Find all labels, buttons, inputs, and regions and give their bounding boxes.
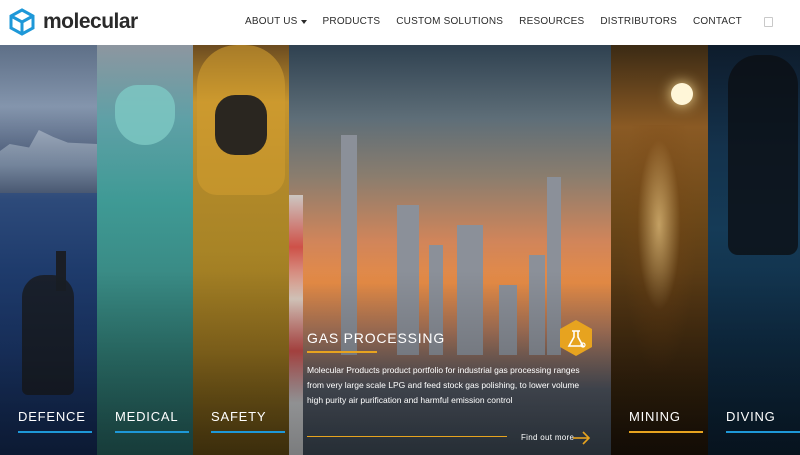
panel-shade	[0, 45, 97, 455]
site-header: molecular ABOUT US PRODUCTS CUSTOM SOLUT…	[0, 0, 800, 45]
find-out-more-link[interactable]: Find out more	[521, 433, 574, 442]
panel-label: MEDICAL	[115, 409, 179, 424]
search-icon[interactable]	[764, 17, 773, 27]
featured-description: Molecular Products product portfolio for…	[307, 365, 580, 405]
panel-label: DIVING	[726, 409, 776, 424]
panel-gas-processing[interactable]: GAS PROCESSING Molecular Products produc…	[289, 45, 611, 455]
find-more-line	[307, 436, 507, 437]
panel-underline	[726, 431, 800, 433]
logo[interactable]: molecular	[9, 8, 138, 36]
brand-name: molecular	[43, 10, 138, 33]
panel-underline	[115, 431, 189, 433]
panel-label: SAFETY	[211, 409, 267, 424]
industry-panels: DEFENCE MEDICAL SAFETY GAS PROCESSING Mo…	[0, 45, 800, 455]
panel-shade	[193, 45, 289, 455]
panel-mining[interactable]: MINING	[611, 45, 708, 455]
nav-about-us[interactable]: ABOUT US	[245, 16, 307, 27]
nav-label: CONTACT	[693, 16, 742, 27]
featured-title-underline	[307, 351, 377, 353]
panel-medical[interactable]: MEDICAL	[97, 45, 193, 455]
nav-label: CUSTOM SOLUTIONS	[396, 16, 504, 27]
panel-diving[interactable]: DIVING	[708, 45, 800, 455]
panel-safety[interactable]: SAFETY	[193, 45, 289, 455]
panel-label: MINING	[629, 409, 681, 424]
gas-flask-hex-icon	[560, 320, 592, 356]
nav-contact[interactable]: CONTACT	[693, 16, 742, 27]
featured-title: GAS PROCESSING	[307, 330, 446, 346]
panel-underline	[18, 431, 92, 433]
main-nav: ABOUT US PRODUCTS CUSTOM SOLUTIONS RESOU…	[245, 16, 742, 27]
cube-logo-icon	[9, 8, 35, 36]
nav-label: DISTRIBUTORS	[600, 16, 677, 27]
nav-distributors[interactable]: DISTRIBUTORS	[600, 16, 677, 27]
panel-shade	[708, 45, 800, 455]
nav-label: RESOURCES	[519, 16, 585, 27]
caret-down-icon	[300, 19, 307, 24]
nav-resources[interactable]: RESOURCES	[519, 16, 584, 27]
nav-products[interactable]: PRODUCTS	[323, 16, 381, 27]
panel-shade	[97, 45, 193, 455]
featured-content: GAS PROCESSING Molecular Products produc…	[307, 330, 597, 408]
nav-label: PRODUCTS	[322, 16, 381, 27]
nav-custom-solutions[interactable]: CUSTOM SOLUTIONS	[396, 16, 503, 27]
panel-label: DEFENCE	[18, 409, 86, 424]
panel-underline	[211, 431, 285, 433]
nav-label: ABOUT US	[244, 16, 298, 27]
panel-defence[interactable]: DEFENCE	[0, 45, 97, 455]
panel-shade	[611, 45, 708, 455]
panel-underline	[629, 431, 703, 433]
arrow-right-icon[interactable]	[573, 431, 591, 445]
